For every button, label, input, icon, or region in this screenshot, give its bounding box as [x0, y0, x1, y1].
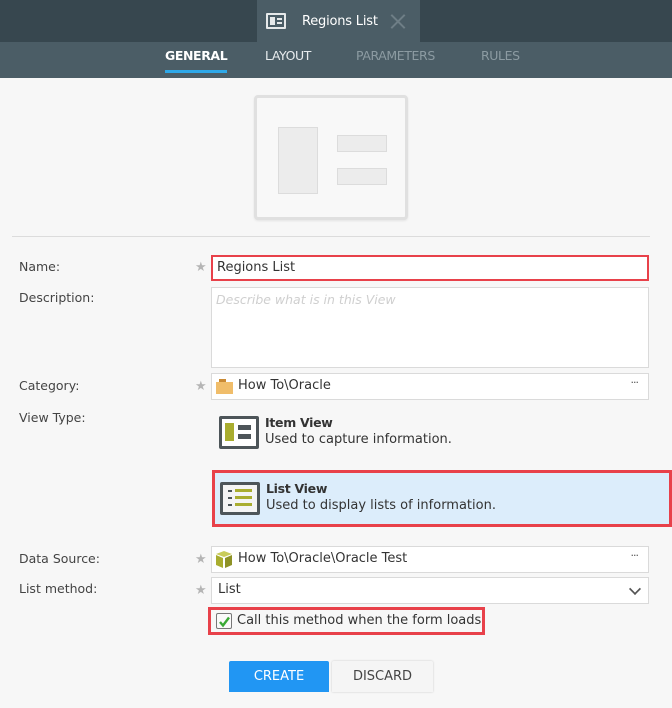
tab-general[interactable]: GENERAL: [165, 48, 228, 73]
folder-icon: [216, 379, 233, 394]
view-type-label: View Type:: [19, 410, 86, 425]
preview-bar-top: [337, 135, 387, 152]
required-star-icon: ★: [195, 260, 207, 275]
required-star-icon: ★: [195, 379, 207, 394]
view-type-option-list-view[interactable]: List View Used to display lists of infor…: [212, 470, 672, 527]
call-on-load-option[interactable]: Call this method when the form loads: [208, 607, 485, 635]
list-method-select[interactable]: List: [211, 577, 649, 604]
description-label: Description:: [19, 290, 95, 305]
section-divider: [12, 236, 650, 237]
call-on-load-checkbox[interactable]: [216, 613, 232, 629]
required-star-icon: ★: [195, 552, 207, 567]
item-view-title: Item View: [265, 415, 333, 430]
description-textarea[interactable]: Describe what is in this View: [211, 287, 649, 368]
list-view-title: List View: [266, 481, 328, 496]
view-preview-thumbnail: [254, 95, 408, 220]
data-source-picker[interactable]: How To\Oracle\Oracle Test ···: [211, 546, 649, 573]
item-view-description: Used to capture information.: [265, 432, 452, 447]
tab-parameters[interactable]: PARAMETERS: [356, 48, 435, 63]
smartobject-cube-icon: [216, 551, 232, 568]
list-method-value: List: [218, 582, 241, 597]
view-icon: [266, 13, 286, 29]
name-label: Name:: [19, 259, 61, 274]
data-source-browse-button[interactable]: ···: [631, 549, 639, 562]
list-view-icon: [220, 482, 260, 515]
checkmark-icon: [219, 616, 230, 628]
data-source-label: Data Source:: [19, 551, 100, 566]
preview-panel-left: [278, 127, 318, 194]
list-view-description: Used to display lists of information.: [266, 498, 496, 513]
preview-bar-bottom: [337, 168, 387, 185]
view-type-option-item-view[interactable]: Item View Used to capture information.: [212, 410, 672, 465]
required-star-icon: ★: [195, 583, 207, 598]
top-bar: Regions List: [0, 0, 672, 42]
data-source-value: How To\Oracle\Oracle Test: [238, 551, 408, 566]
category-browse-button[interactable]: ···: [631, 376, 639, 389]
close-icon[interactable]: [390, 13, 406, 29]
item-view-icon: [219, 416, 259, 449]
document-tab-title: Regions List: [302, 13, 378, 29]
chevron-down-icon[interactable]: [628, 582, 642, 596]
create-button[interactable]: CREATE: [229, 661, 329, 692]
list-method-label: List method:: [19, 581, 98, 596]
document-tab[interactable]: Regions List: [257, 0, 420, 42]
name-input[interactable]: Regions List: [211, 255, 649, 281]
view-tabs: GENERAL LAYOUT PARAMETERS RULES: [0, 42, 672, 78]
discard-button[interactable]: DISCARD: [332, 661, 433, 692]
category-label: Category:: [19, 378, 80, 393]
category-value: How To\Oracle: [238, 378, 331, 393]
tab-rules[interactable]: RULES: [481, 48, 520, 63]
category-picker[interactable]: How To\Oracle ···: [211, 373, 649, 400]
tab-layout[interactable]: LAYOUT: [265, 48, 311, 63]
call-on-load-label: Call this method when the form loads: [237, 613, 482, 628]
